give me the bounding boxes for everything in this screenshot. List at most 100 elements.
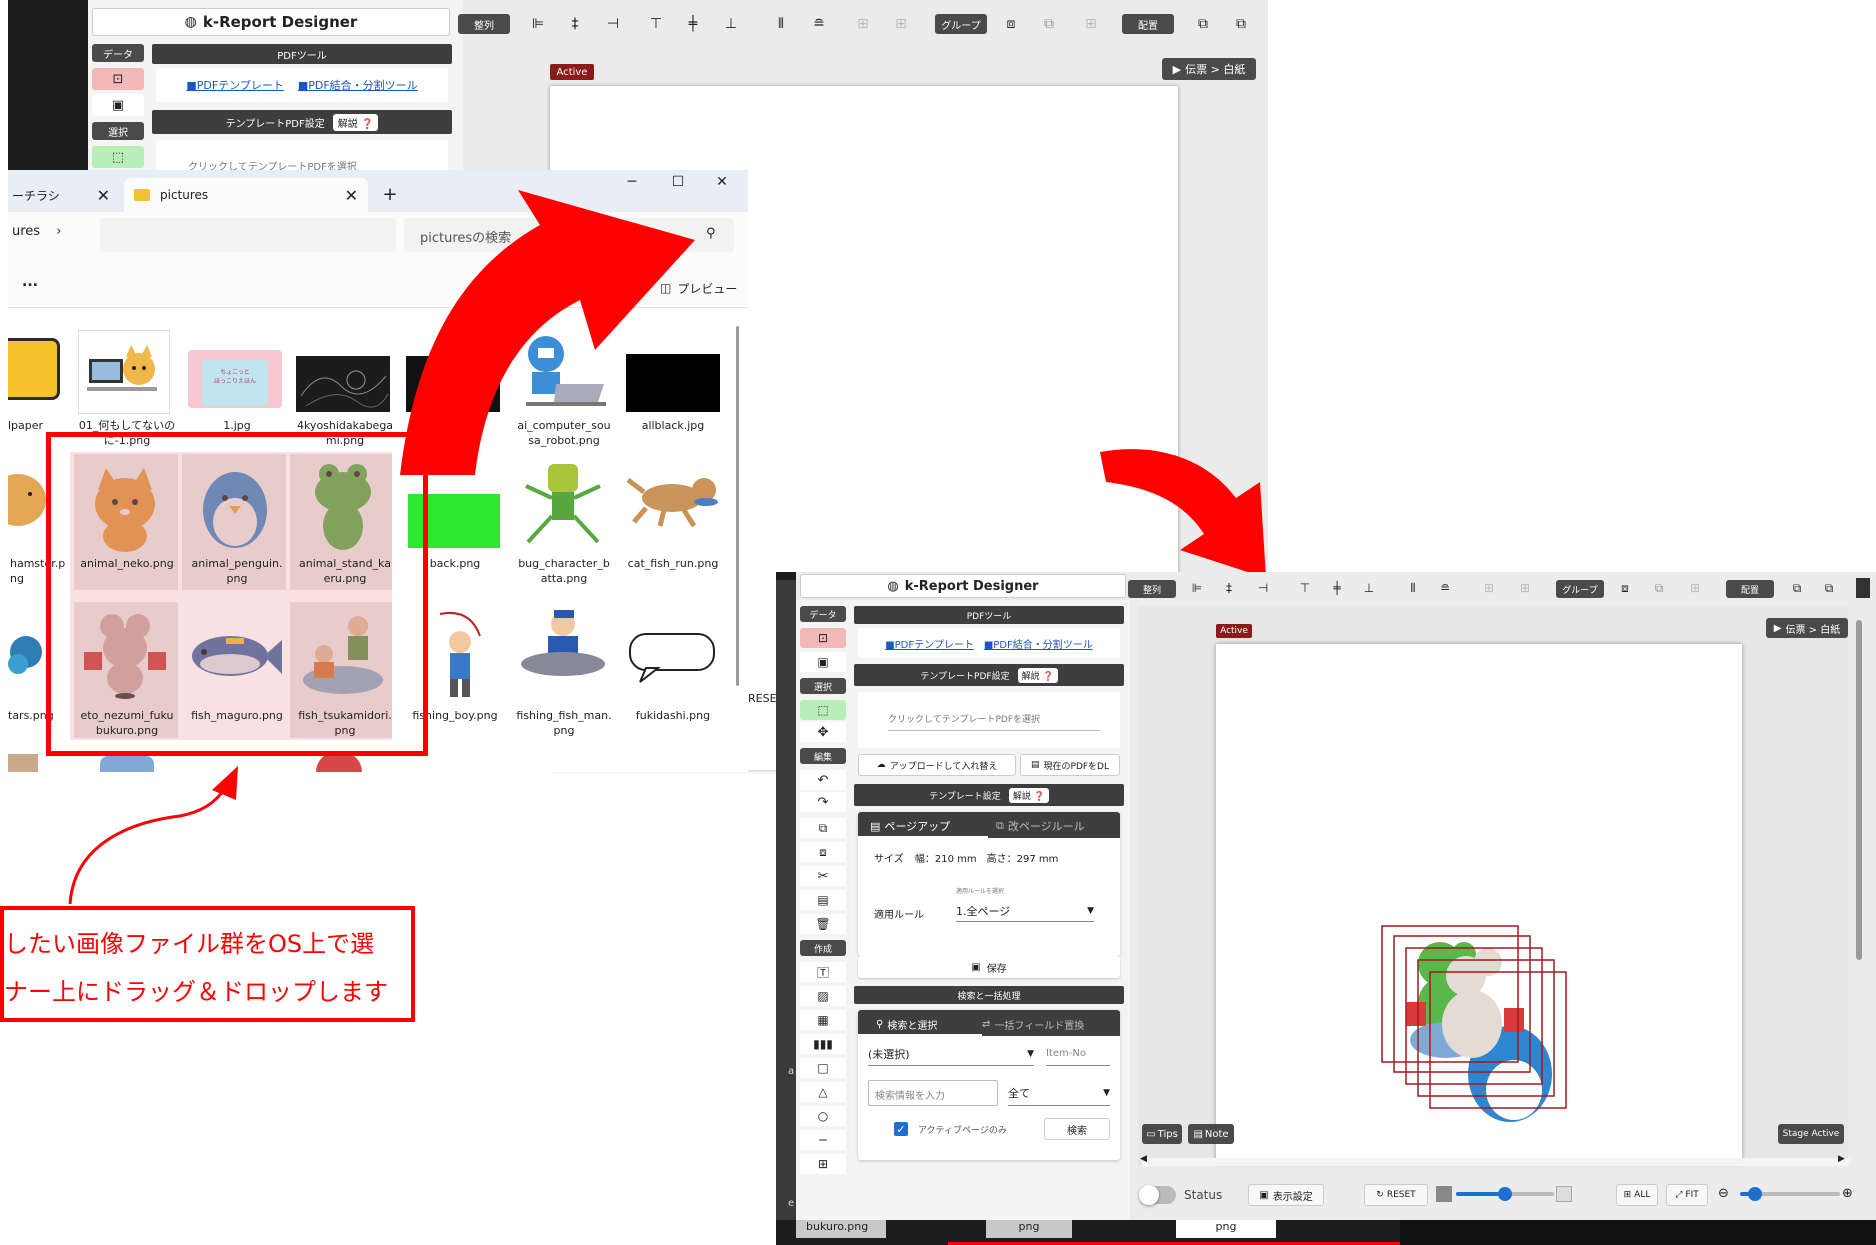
thumb-4kyoshida[interactable] [296, 356, 390, 412]
delete-icon[interactable]: 🗑 [800, 914, 846, 934]
align-left-icon[interactable]: ⊫ [525, 12, 551, 36]
ungroup-icon[interactable]: ⧉ [1036, 12, 1062, 36]
zoom-slider[interactable] [1740, 1187, 1840, 1201]
front-align-right-icon[interactable]: ⊣ [1252, 578, 1274, 598]
front-explain-button[interactable]: 解説 ❓ [1017, 667, 1058, 683]
front-front-layer-icon[interactable]: ⧉ [1786, 578, 1808, 598]
front-distribute-v-icon[interactable]: ≘ [1434, 578, 1456, 598]
scroll-right-icon[interactable]: ▶ [1838, 1154, 1850, 1166]
front-align-middle-icon[interactable]: ╪ [1326, 578, 1348, 598]
explorer-tab-active[interactable]: pictures ✕ [124, 178, 368, 212]
align-center-icon[interactable]: ‡ [562, 12, 588, 36]
qr-tool-icon[interactable]: ▦ [800, 1010, 846, 1030]
undo-icon[interactable]: ↶ [800, 770, 846, 790]
circle-tool-icon[interactable]: ○ [800, 1106, 846, 1126]
duplicate-icon[interactable]: ⧈ [800, 842, 846, 862]
explorer-scrollbar[interactable] [736, 326, 739, 686]
front-align-button[interactable]: 整列 [1128, 580, 1176, 598]
front-vertical-scrollbar[interactable] [1856, 620, 1862, 960]
all-button[interactable]: ⊞ ALL [1616, 1184, 1658, 1206]
close-tab-left-icon[interactable]: ✕ [97, 186, 110, 205]
rule-select[interactable]: 1.全ページ ▼ [956, 900, 1094, 922]
front-search-button[interactable]: 検索 [1044, 1118, 1110, 1140]
front-group-button[interactable]: グループ [1556, 580, 1604, 598]
triangle-tool-icon[interactable]: △ [800, 1082, 846, 1102]
front-upload-button[interactable]: ☁ アップロードして入れ替え [858, 754, 1016, 776]
align-right-icon[interactable]: ⊣ [600, 12, 626, 36]
front-align-center-icon[interactable]: ‡ [1218, 578, 1240, 598]
front-align-bottom-icon[interactable]: ⊥ [1358, 578, 1380, 598]
front-align-left-icon[interactable]: ⊫ [1186, 578, 1208, 598]
tab-page-setup[interactable]: ▤ ページアップ [870, 816, 980, 836]
back-explain-button[interactable]: 解説 ❓ [332, 113, 379, 131]
preview-icon[interactable]: ⊡ [92, 68, 144, 90]
back-layer-icon[interactable]: ⧉ [1228, 12, 1254, 36]
back-align-button[interactable]: 整列 [458, 14, 510, 34]
tab-replace[interactable]: ⇄ 一括フィールド置換 [982, 1014, 1118, 1034]
opacity-slider-thumb[interactable] [1498, 1187, 1512, 1201]
table-tool-icon[interactable]: ⊞ [800, 1154, 846, 1174]
thumb-hamster[interactable] [8, 462, 48, 532]
front-grid-c-icon[interactable]: ⊞ [1684, 578, 1706, 598]
grid-b-icon[interactable]: ⊞ [888, 12, 914, 36]
move-icon[interactable]: ✥ [800, 722, 846, 742]
zoom-in-icon[interactable]: ⊕ [1842, 1186, 1860, 1204]
explorer-tab-left[interactable]: ーチラシ ✕ [8, 178, 120, 212]
thumb-wallpaper[interactable] [8, 338, 60, 400]
zoom-out-icon[interactable]: ⊖ [1718, 1186, 1736, 1204]
cut-icon[interactable]: ✂ [800, 866, 846, 886]
align-middle-icon[interactable]: ╪ [680, 12, 706, 36]
front-save-button[interactable]: ▣ 保存 [858, 956, 1120, 978]
breadcrumb[interactable]: ures › [12, 224, 92, 248]
front-ungroup-icon[interactable]: ⧉ [1648, 578, 1670, 598]
back-group-button[interactable]: グループ [935, 14, 987, 34]
front-distribute-h-icon[interactable]: ⦀ [1402, 578, 1424, 598]
thumb-fishman[interactable] [516, 606, 610, 700]
front-grid-b-icon[interactable]: ⊞ [1514, 578, 1536, 598]
front-back-layer-icon[interactable]: ⧉ [1818, 578, 1840, 598]
close-tab-active-icon[interactable]: ✕ [345, 186, 358, 205]
status-toggle[interactable] [1139, 1185, 1176, 1205]
front-align-top-icon[interactable]: ⊤ [1294, 578, 1316, 598]
thumb-1jpg[interactable]: ちょこっと ほっこりえほん [188, 350, 282, 408]
back-pdf-merge-link[interactable]: ■PDF結合・分割ツール [298, 77, 418, 93]
front-grid-a-icon[interactable]: ⊞ [1478, 578, 1500, 598]
note-button[interactable]: ▤ Note [1188, 1124, 1234, 1144]
back-arrange-button[interactable]: 配置 [1122, 14, 1174, 34]
redo-icon[interactable]: ↷ [800, 792, 846, 812]
front-arrange-button[interactable]: 配置 [1726, 580, 1774, 598]
grid-c-icon[interactable]: ⊞ [1078, 12, 1104, 36]
save-icon[interactable]: ▣ [92, 94, 144, 116]
front-group-icon[interactable]: ⧈ [1614, 578, 1636, 598]
front-select-icon[interactable]: ⬚ [800, 700, 846, 720]
distribute-h-icon[interactable]: ⦀ [768, 12, 794, 36]
item-no-field[interactable]: Item-No [1046, 1042, 1110, 1066]
fit-button[interactable]: ⤢ FIT [1666, 1184, 1708, 1206]
group-icon[interactable]: ⧈ [998, 12, 1024, 36]
front-preview-icon[interactable]: ⊡ [800, 628, 846, 648]
image-tool-icon[interactable]: ▨ [800, 986, 846, 1006]
align-top-icon[interactable]: ⊤ [643, 12, 669, 36]
thumb-fukidashi[interactable] [626, 622, 718, 688]
front-pick-pdf-box[interactable]: クリックしてテンプレートPDFを選択 [858, 692, 1120, 748]
grid-a-icon[interactable]: ⊞ [850, 12, 876, 36]
paste-icon[interactable]: ▤ [800, 890, 846, 910]
search-info-input[interactable]: 検索情報を入力 [868, 1080, 998, 1106]
tips-button[interactable]: ▭ Tips [1142, 1124, 1182, 1144]
text-tool-icon[interactable]: 🅃 [800, 962, 846, 982]
stage-active-button[interactable]: Stage Active [1778, 1124, 1844, 1144]
reset-button[interactable]: ↻ RESET [1364, 1184, 1428, 1206]
front-save-icon[interactable]: ▣ [800, 652, 846, 672]
front-download-button[interactable]: ▤ 現在のPDFをDL [1020, 754, 1120, 776]
line-tool-icon[interactable]: ─ [800, 1130, 846, 1150]
select-icon[interactable]: ⬚ [92, 146, 144, 168]
more-options-button[interactable]: ... [22, 274, 52, 294]
scope-select[interactable]: 全て ▼ [1008, 1080, 1110, 1106]
dropped-images-stack[interactable] [1380, 924, 1580, 1124]
back-pdf-template-link[interactable]: ■PDFテンプレート [186, 77, 284, 93]
active-only-checkbox[interactable]: ✓ [894, 1122, 908, 1136]
address-input[interactable] [100, 218, 396, 252]
barcode-tool-icon[interactable]: ▮▮▮ [800, 1034, 846, 1054]
back-slip-button[interactable]: ▶ 伝票 > 白紙 [1162, 58, 1256, 80]
rect-tool-icon[interactable]: □ [800, 1058, 846, 1078]
